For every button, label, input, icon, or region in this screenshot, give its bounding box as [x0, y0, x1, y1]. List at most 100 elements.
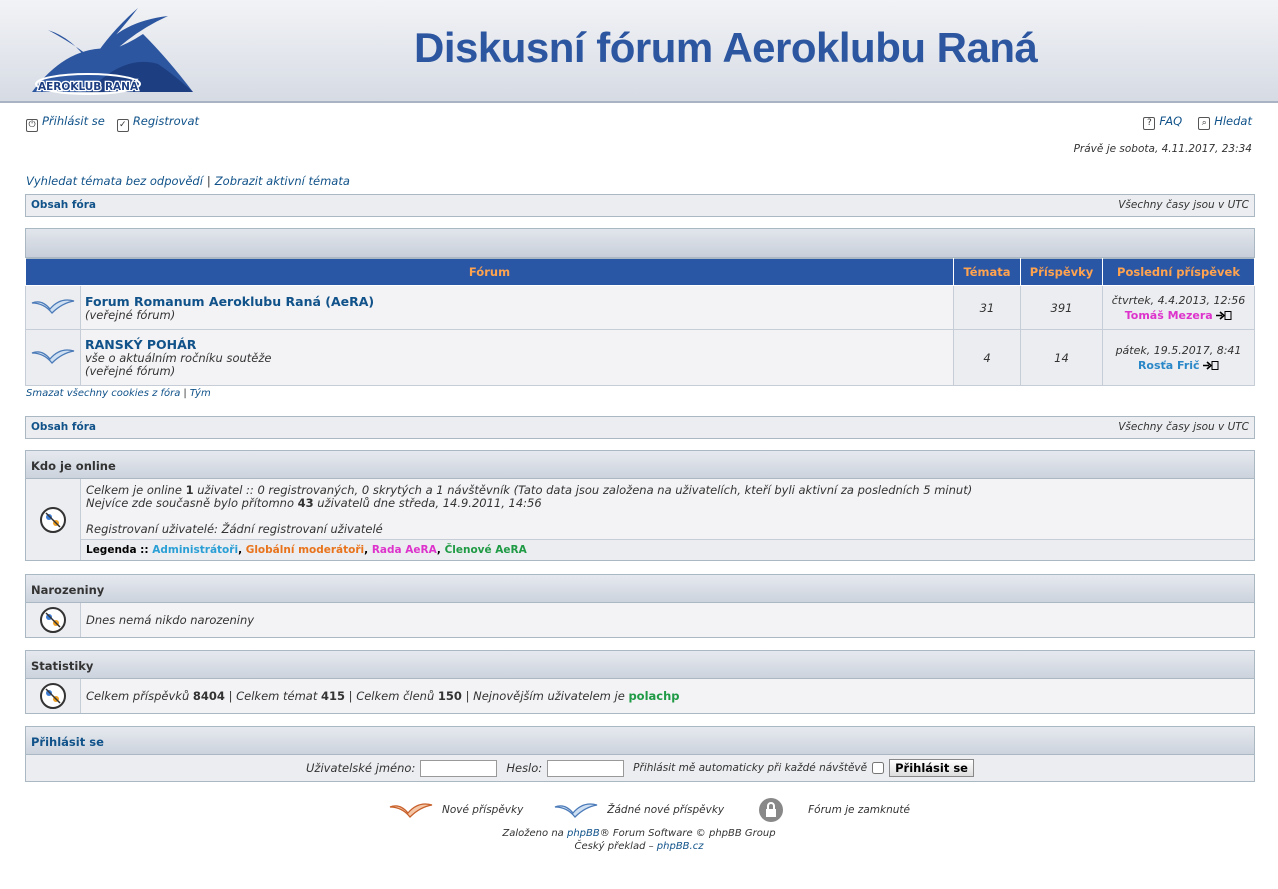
last-post-cell: pátek, 19.5.2017, 8:41 Rosťa Frič	[1102, 329, 1255, 386]
login-form: Uživatelské jméno: Heslo: Přihlásit mě a…	[26, 755, 1254, 781]
faq-label: FAQ	[1159, 114, 1183, 128]
last-post-cell: čtvrtek, 4.4.2013, 12:56 Tomáš Mezera	[1102, 285, 1255, 330]
username-input[interactable]	[420, 759, 498, 777]
stats-members: 150	[437, 689, 462, 703]
login-link[interactable]: ⏻ Přihlásit se	[26, 114, 105, 132]
register-label: Registrovat	[132, 114, 199, 128]
stats-d: | Nejnovějším uživatelem je	[461, 689, 629, 703]
search-links: Vyhledat témata bez odpovědí | Zobrazit ak…	[26, 174, 350, 188]
login-button[interactable]: Přihlásit se	[889, 759, 974, 777]
col-topics: Témata	[953, 258, 1021, 286]
lock-icon	[759, 798, 784, 822]
goto-post-icon[interactable]	[1203, 360, 1219, 370]
unanswered-link[interactable]: Vyhledat témata bez odpovědí	[26, 174, 203, 188]
username-label: Uživatelské jméno:	[306, 761, 416, 775]
autologin-label: Přihlásit mě automaticky při každé návšt…	[633, 762, 868, 774]
phpbb-link[interactable]: phpBB	[567, 828, 600, 839]
index-link[interactable]: Obsah fóra	[31, 421, 96, 433]
forum-desc-2: (veřejné fórum)	[85, 364, 176, 378]
birthdays-title: Narozeniny	[26, 575, 1254, 603]
stats-text: Celkem příspěvků 8404 | Celkem témat 415…	[81, 679, 1254, 713]
forum-info: Forum Romanum Aeroklubu Raná (AeRA) (veř…	[80, 285, 954, 330]
forum-desc: (veřejné fórum)	[85, 307, 176, 322]
no-new-posts-label: Žádné nové příspěvky	[607, 804, 725, 816]
faq-link[interactable]: ? FAQ	[1143, 114, 1182, 130]
legend-admins[interactable]: Administrátoři	[152, 544, 238, 556]
login-label: Přihlásit se	[42, 114, 105, 128]
posts-count: 14	[1020, 329, 1103, 386]
login-title[interactable]: Přihlásit se	[26, 727, 1254, 755]
top-links: ⏻ Přihlásit se ✓ Registrovat	[26, 114, 199, 132]
footer-l1c: ® Forum Software © phpBB Group	[599, 828, 776, 839]
stats-posts: 8404	[192, 689, 225, 703]
forum-desc: vše o aktuálním ročníku soutěže	[85, 351, 272, 365]
category-bar	[25, 228, 1255, 258]
search-label: Hledat	[1214, 114, 1252, 128]
active-topics-link[interactable]: Zobrazit aktivní témata	[215, 174, 350, 188]
delete-cookies-link[interactable]: Smazat všechny cookies z fóra	[26, 388, 180, 399]
search-icon: ⌕	[1198, 117, 1211, 130]
forum-title[interactable]: Forum Romanum Aeroklubu Raná (AeRA)	[85, 294, 949, 309]
registered-users: Registrovaní uživatelé: Žádní registrova…	[86, 522, 383, 536]
login-panel: Přihlásit se Uživatelské jméno: Heslo: P…	[25, 726, 1255, 782]
stats-panel: Statistiky Celkem příspěvků 8404 | Celke…	[25, 650, 1255, 714]
topics-count: 31	[953, 285, 1021, 330]
legend-rada[interactable]: Rada AeRA	[372, 544, 437, 556]
legend-members[interactable]: Členové AeRA	[445, 544, 527, 556]
faq-icon: ?	[1143, 117, 1156, 130]
no-new-posts-icon	[31, 299, 75, 314]
online-text: Celkem je online 1 uživatel :: 0 registr…	[81, 479, 1254, 539]
timezone-note: Všechny časy jsou v UTC	[1118, 421, 1249, 433]
separator: |	[183, 388, 187, 399]
online-stats-icon	[40, 506, 66, 533]
forum-info: RANSKÝ POHÁR vše o aktuálním ročníku sou…	[80, 329, 954, 386]
forum-status-cell	[25, 329, 81, 386]
col-last-post: Poslední příspěvek	[1102, 258, 1255, 286]
goto-post-icon[interactable]	[1216, 310, 1232, 320]
stats-title: Statistiky	[26, 651, 1254, 679]
new-posts-label: Nové příspěvky	[442, 804, 524, 816]
forum-table: Fórum Témata Příspěvky Poslední příspěve…	[25, 258, 1255, 386]
no-new-posts-icon	[555, 803, 598, 818]
forum-title[interactable]: RANSKÝ POHÁR	[85, 337, 949, 352]
last-post-user[interactable]: Rosťa Frič	[1138, 359, 1200, 372]
password-input[interactable]	[547, 759, 625, 777]
col-forum: Fórum	[25, 258, 954, 286]
birthdays-panel: Narozeniny Dnes nemá nikdo narozeniny	[25, 574, 1255, 638]
index-link[interactable]: Obsah fóra	[31, 199, 96, 211]
last-post-user[interactable]: Tomáš Mezera	[1125, 309, 1213, 322]
team-link[interactable]: Tým	[190, 388, 211, 399]
footer: Založeno na phpBB® Forum Software © phpB…	[0, 827, 1278, 853]
legend-global-mods[interactable]: Globální moderátoři	[246, 544, 364, 556]
newest-user-link[interactable]: polachp	[628, 689, 679, 703]
phpbb-cz-link[interactable]: phpBB.cz	[657, 841, 704, 852]
legend-row: Legenda :: Administrátoři, Globální mode…	[81, 539, 1254, 560]
header: AEROKLUB RANÁ Diskusní fórum Aeroklubu R…	[0, 0, 1278, 103]
online-l2c: uživatelů dne středa, 14.9.2011, 14:56	[313, 496, 542, 510]
birthdays-icon-cell	[26, 603, 81, 637]
birthdays-text: Dnes nemá nikdo narozeniny	[81, 603, 1254, 637]
col-posts: Příspěvky	[1020, 258, 1103, 286]
navbar-top: Obsah fóra Všechny časy jsou v UTC	[25, 194, 1255, 217]
bottom-links: Smazat všechny cookies z fóra | Tým	[26, 388, 211, 399]
navbar-bottom: Obsah fóra Všechny časy jsou v UTC	[25, 416, 1255, 439]
online-l2a: Nejvíce zde současně bylo přítomno	[86, 496, 298, 510]
online-l1a: Celkem je online	[86, 483, 186, 497]
timezone-note: Všechny časy jsou v UTC	[1118, 199, 1249, 211]
search-link[interactable]: ⌕ Hledat	[1198, 114, 1252, 130]
login-icon: ⏻	[26, 119, 38, 132]
table-header: Fórum Témata Příspěvky Poslední příspěve…	[25, 258, 1255, 286]
current-datetime: Právě je sobota, 4.11.2017, 23:34	[1073, 143, 1252, 155]
topics-count: 4	[953, 329, 1021, 386]
last-post-date: čtvrtek, 4.4.2013, 12:56	[1111, 293, 1246, 307]
right-links: ? FAQ ⌕ Hledat	[1143, 114, 1252, 130]
stats-icon-cell	[26, 679, 81, 713]
register-link[interactable]: ✓ Registrovat	[116, 114, 199, 132]
register-icon: ✓	[116, 119, 129, 132]
online-count: 1	[185, 483, 194, 497]
locked-label: Fórum je zamknuté	[808, 804, 910, 816]
stats-a: Celkem příspěvků	[86, 689, 193, 703]
stats-topics: 415	[321, 689, 346, 703]
autologin-checkbox[interactable]	[872, 762, 885, 774]
aeroklub-logo[interactable]: AEROKLUB RANÁ	[28, 4, 198, 98]
